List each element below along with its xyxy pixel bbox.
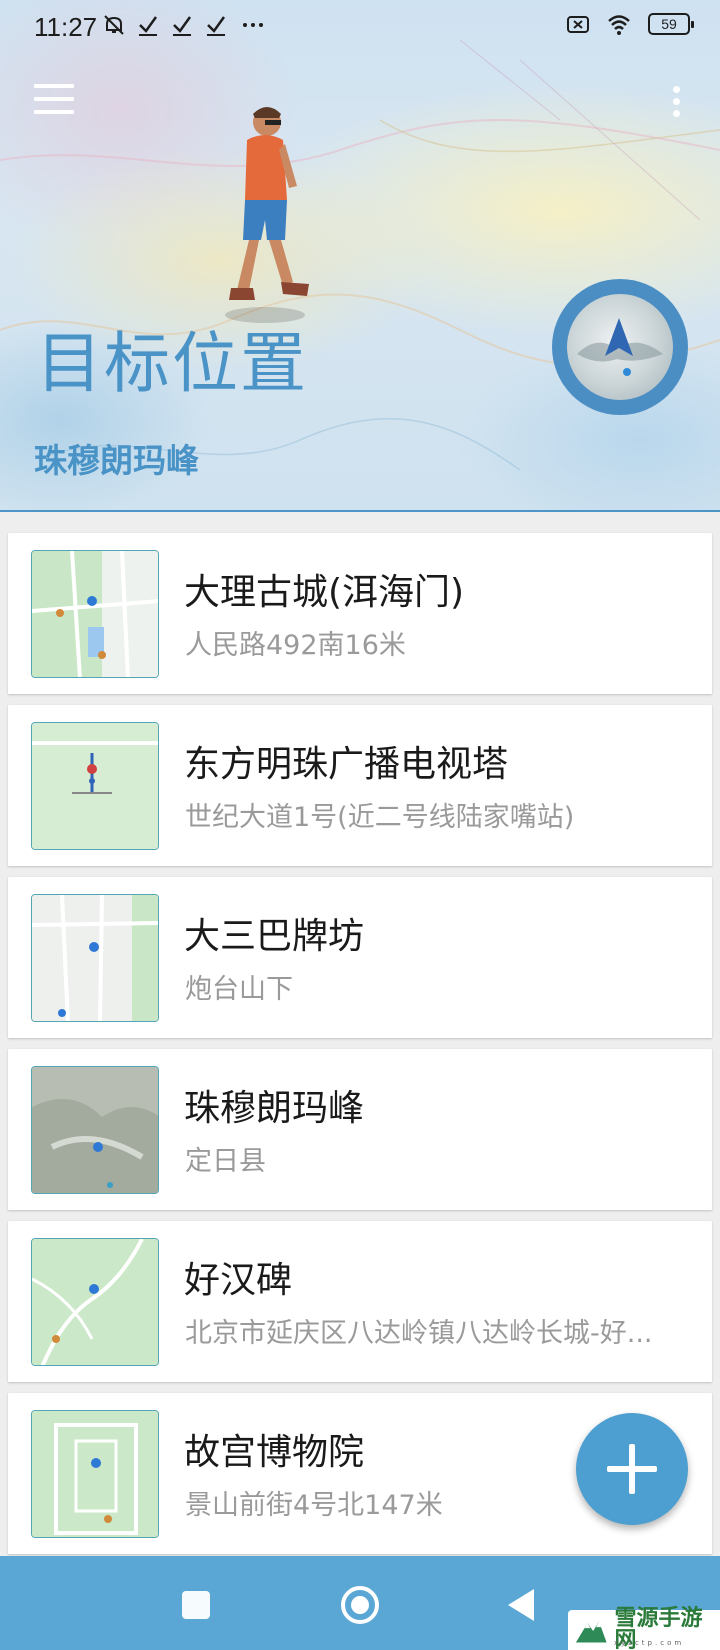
list-item[interactable]: 东方明珠广播电视塔 世纪大道1号(近二号线陆家嘴站)	[8, 705, 712, 866]
current-target-name: 珠穆朗玛峰	[34, 441, 199, 480]
place-name: 大理古城(洱海门)	[184, 572, 465, 613]
place-name: 故宫博物院	[184, 1432, 365, 1473]
watermark-subtext: xyzctp.com	[614, 1639, 685, 1647]
place-address: 定日县	[185, 1146, 266, 1177]
map-thumbnail	[31, 1410, 159, 1538]
home-button[interactable]	[341, 1586, 379, 1624]
map-thumbnail	[31, 894, 159, 1022]
watermark: 雪源手游网 xyzctp.com	[568, 1608, 720, 1650]
place-name: 珠穆朗玛峰	[184, 1088, 365, 1129]
place-name: 大三巴牌坊	[184, 916, 365, 957]
menu-button[interactable]	[34, 84, 74, 118]
page-title: 目标位置	[36, 325, 308, 402]
watermark-logo-icon	[575, 1621, 607, 1643]
place-address: 世纪大道1号(近二号线陆家嘴站)	[185, 802, 575, 833]
traveler-figure	[225, 107, 309, 323]
map-thumbnail	[31, 1066, 159, 1194]
mute-icon	[104, 15, 124, 35]
back-button[interactable]	[508, 1589, 534, 1621]
map-thumbnail	[31, 1238, 159, 1366]
list-item[interactable]: 珠穆朗玛峰 定日县	[8, 1049, 712, 1210]
check-icon	[173, 16, 192, 36]
navigate-button[interactable]	[552, 279, 688, 415]
status-bar: 11:27 59	[0, 0, 720, 54]
status-icons-right: 59	[566, 12, 694, 36]
add-place-button[interactable]	[576, 1413, 688, 1525]
list-item[interactable]: 好汉碑 北京市延庆区八达岭镇八达岭长城-好...	[8, 1221, 712, 1382]
map-thumbnail	[31, 722, 159, 850]
place-name: 好汉碑	[184, 1260, 293, 1301]
map-thumb-image	[32, 1067, 158, 1193]
place-name: 东方明珠广播电视塔	[184, 744, 509, 785]
wifi-icon	[608, 15, 630, 35]
menu-icon-bar	[34, 97, 74, 101]
menu-icon-bar	[34, 110, 74, 114]
more-vert-icon	[672, 98, 680, 105]
more-vert-icon	[672, 110, 680, 117]
more-dots-icon	[243, 23, 263, 27]
check-icon	[139, 16, 158, 36]
more-options-button[interactable]	[666, 86, 686, 122]
status-icons-left	[102, 13, 268, 37]
status-time: 11:27	[34, 12, 98, 42]
check-icon	[207, 16, 226, 36]
menu-icon-bar	[34, 84, 74, 88]
recents-button[interactable]	[182, 1591, 210, 1619]
map-thumb-image	[32, 551, 158, 677]
navigation-arrow-icon	[577, 318, 663, 376]
header-banner: 11:27 59 目标位置 珠穆朗玛峰	[0, 0, 720, 512]
target-preview-thumb	[567, 294, 673, 400]
place-list: 大理古城(洱海门) 人民路492南16米 东方明珠广播电视塔 世纪大道1号(近二…	[8, 533, 712, 1565]
sim-icon	[567, 16, 589, 33]
more-vert-icon	[672, 86, 680, 93]
map-thumb-image	[32, 723, 158, 849]
place-address: 炮台山下	[185, 974, 293, 1005]
map-thumb-image	[32, 1239, 158, 1365]
place-address: 北京市延庆区八达岭镇八达岭长城-好...	[185, 1318, 653, 1349]
header-divider	[0, 510, 720, 512]
map-thumb-image	[32, 1411, 158, 1537]
map-thumbnail	[31, 550, 159, 678]
home-icon	[351, 1596, 369, 1614]
map-thumb-image	[32, 895, 158, 1021]
place-address: 人民路492南16米	[185, 630, 406, 661]
list-item[interactable]: 大理古城(洱海门) 人民路492南16米	[8, 533, 712, 694]
list-item[interactable]: 大三巴牌坊 炮台山下	[8, 877, 712, 1038]
battery-icon: 59	[648, 13, 694, 35]
